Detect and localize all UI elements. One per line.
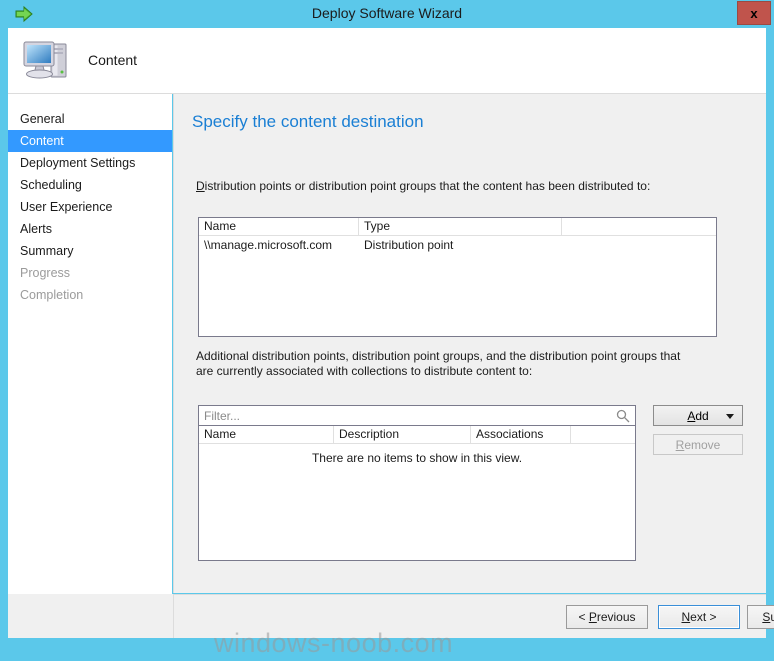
remove-button: Remove: [653, 434, 743, 455]
footer-filler: [8, 594, 173, 638]
cell-name: \\manage.microsoft.com: [204, 238, 333, 252]
add-button-label: Add: [687, 408, 709, 423]
sidebar-item-deployment-settings[interactable]: Deployment Settings: [8, 152, 172, 174]
sidebar-nav-list: General Content Deployment Settings Sche…: [8, 108, 172, 306]
additional-points-list[interactable]: Name Description Associations There are …: [198, 426, 636, 561]
column-header-associations[interactable]: Associations: [471, 426, 571, 443]
wizard-sidebar: General Content Deployment Settings Sche…: [8, 94, 172, 638]
sidebar-item-completion: Completion: [20, 288, 84, 302]
close-button[interactable]: x: [737, 1, 771, 25]
summary-button[interactable]: Summary: [747, 605, 774, 629]
column-header-description[interactable]: Description: [334, 426, 471, 443]
table-row[interactable]: \\manage.microsoft.com Distribution poin…: [199, 236, 716, 254]
previous-button-label: < Previous: [578, 610, 636, 624]
search-icon[interactable]: [616, 409, 630, 423]
add-button[interactable]: Add: [653, 405, 743, 426]
sidebar-item-general[interactable]: General: [8, 108, 172, 130]
sidebar-item-content[interactable]: Content: [8, 130, 172, 152]
column-header-type[interactable]: Type: [359, 218, 562, 235]
summary-button-label: Summary: [762, 610, 774, 624]
filter-box[interactable]: [198, 405, 636, 426]
sidebar-item-user-experience[interactable]: User Experience: [8, 196, 172, 218]
sidebar-item-progress: Progress: [20, 266, 71, 280]
column-header-blank[interactable]: [562, 218, 716, 235]
wizard-header: Content: [8, 28, 766, 94]
previous-button[interactable]: < Previous: [566, 605, 648, 629]
chevron-down-icon: [726, 414, 734, 419]
window-title: Deploy Software Wizard: [311, 5, 463, 21]
remove-button-label: Remove: [675, 437, 721, 452]
sidebar-item-alerts[interactable]: Alerts: [8, 218, 172, 240]
page-title: Specify the content destination: [192, 112, 424, 131]
distributed-points-list[interactable]: Name Type \\manage.microsoft.com Distrib…: [198, 217, 717, 337]
column-header-blank[interactable]: [571, 426, 635, 443]
wizard-window: Deploy Software Wizard x Content General…: [0, 0, 774, 661]
column-header-name[interactable]: Name: [199, 426, 334, 443]
table-header-row: Name Description Associations: [199, 426, 635, 444]
distributed-to-label: Distribution points or distribution poin…: [196, 179, 651, 193]
filter-input[interactable]: [204, 409, 604, 423]
sidebar-item-summary[interactable]: Summary: [8, 240, 172, 262]
cell-type: Distribution point: [364, 238, 454, 252]
sidebar-item-scheduling[interactable]: Scheduling: [8, 174, 172, 196]
additional-points-label: Additional distribution points, distribu…: [196, 349, 681, 378]
distributed-to-label-text: istribution points or distribution point…: [204, 179, 651, 193]
next-button[interactable]: Next >: [658, 605, 740, 629]
content-pane: Specify the content destination Distribu…: [173, 94, 766, 593]
column-header-name[interactable]: Name: [199, 218, 359, 235]
wizard-footer: < Previous Next > Summary Cancel: [173, 594, 774, 638]
title-bar: Deploy Software Wizard x: [0, 0, 774, 28]
empty-list-message: There are no items to show in this view.: [311, 451, 523, 465]
cell-blank: [562, 236, 716, 254]
header-title: Content: [88, 52, 138, 68]
table-header-row: Name Type: [199, 218, 716, 236]
computer-icon: [20, 36, 72, 84]
next-button-label: Next >: [681, 610, 717, 624]
